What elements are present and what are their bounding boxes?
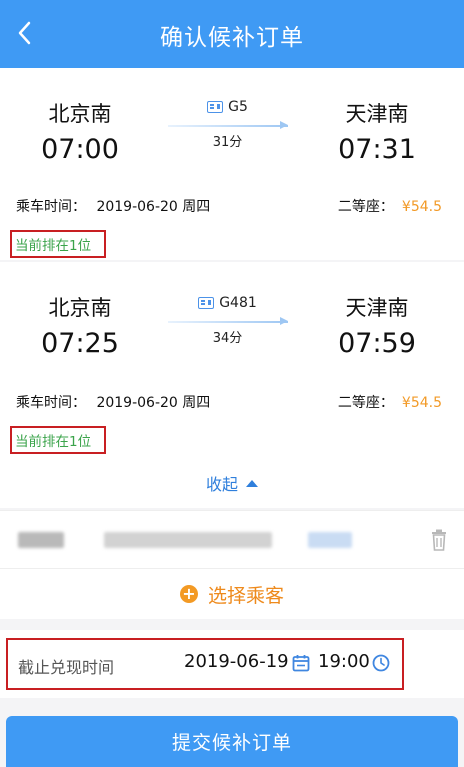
collapse-button[interactable]: 收起 — [0, 458, 464, 508]
train-number[interactable]: G481 — [198, 295, 257, 311]
arrow-right-icon — [167, 121, 288, 129]
seat-label: 二等座： — [337, 199, 394, 215]
screen: 确认候补订单 北京南 07:00 G5 31分 天津南 07:31 乘车时间： … — [0, 0, 464, 767]
deadline-date[interactable]: 2019-06-19 — [184, 651, 289, 672]
departure-station: 北京南 — [48, 296, 112, 320]
page-title: 确认候补订单 — [160, 25, 304, 51]
blurred-passenger-name — [18, 532, 64, 548]
passenger-row[interactable] — [0, 510, 464, 569]
calendar-icon[interactable] — [292, 654, 310, 672]
arrival-time: 07:31 — [338, 134, 416, 165]
queue-status-badge: 当前排在1位 — [10, 230, 106, 258]
travel-duration: 31分 — [212, 135, 243, 150]
arrival-time: 07:59 — [338, 328, 416, 359]
train-number-label: G5 — [228, 99, 248, 115]
departure-station: 北京南 — [48, 102, 112, 126]
departure-time: 07:25 — [41, 328, 119, 359]
ride-info-row: 乘车时间： 2019-06-20 周四 二等座： ¥54.5 — [16, 392, 442, 412]
deadline-row: 截止兑现时间 2019-06-19 19:00 — [6, 638, 404, 690]
ride-info-row: 乘车时间： 2019-06-20 周四 二等座： ¥54.5 — [16, 196, 442, 216]
select-passenger-button[interactable]: + 选择乘客 — [0, 568, 464, 619]
deadline-time[interactable]: 19:00 — [318, 651, 370, 672]
trash-icon[interactable] — [430, 529, 448, 551]
seat-price: ¥54.5 — [401, 395, 442, 411]
departure-time: 07:00 — [41, 134, 119, 165]
collapse-label: 收起 — [205, 475, 238, 494]
train-ticket-icon — [198, 297, 215, 309]
train-ticket-icon — [207, 101, 224, 113]
ride-time-label: 乘车时间： — [16, 395, 86, 411]
train-middle: G5 31分 — [165, 98, 290, 150]
train-middle: G481 34分 — [165, 294, 290, 346]
seat-price: ¥54.5 — [401, 199, 442, 215]
submit-label: 提交候补订单 — [171, 732, 292, 754]
arrival: 天津南 07:31 — [312, 98, 442, 165]
submit-order-button[interactable]: 提交候补订单 — [6, 716, 458, 767]
seat-label: 二等座： — [337, 395, 394, 411]
plus-circle-icon: + — [179, 585, 198, 603]
travel-duration: 34分 — [212, 331, 243, 346]
ride-date: 2019-06-20 周四 — [96, 199, 211, 215]
train-card: 北京南 07:25 G481 34分 天津南 07:59 乘车时间： 2019-… — [0, 262, 464, 458]
deadline-label: 截止兑现时间 — [18, 658, 115, 677]
seat-info: 二等座： ¥54.5 — [338, 196, 442, 216]
departure: 北京南 07:25 — [15, 292, 145, 359]
caret-up-icon — [246, 479, 258, 487]
train-card: 北京南 07:00 G5 31分 天津南 07:31 乘车时间： 2019-06… — [0, 68, 464, 260]
header-bar: 确认候补订单 — [0, 0, 464, 68]
departure: 北京南 07:00 — [15, 98, 145, 165]
clock-icon[interactable] — [372, 654, 390, 672]
train-number[interactable]: G5 — [207, 99, 248, 115]
deadline-section: 截止兑现时间 2019-06-19 19:00 — [0, 630, 464, 698]
blurred-ticket-type — [308, 532, 352, 548]
arrival: 天津南 07:59 — [312, 292, 442, 359]
arrival-station: 天津南 — [345, 296, 409, 320]
ride-date: 2019-06-20 周四 — [96, 395, 211, 411]
select-passenger-label: 选择乘客 — [207, 584, 284, 607]
ride-time-label: 乘车时间： — [16, 199, 86, 215]
arrival-station: 天津南 — [345, 102, 409, 126]
blurred-passenger-id — [104, 532, 272, 548]
train-number-label: G481 — [219, 295, 257, 311]
queue-status-badge: 当前排在1位 — [10, 426, 106, 454]
seat-info: 二等座： ¥54.5 — [338, 392, 442, 412]
arrow-right-icon — [167, 317, 288, 325]
